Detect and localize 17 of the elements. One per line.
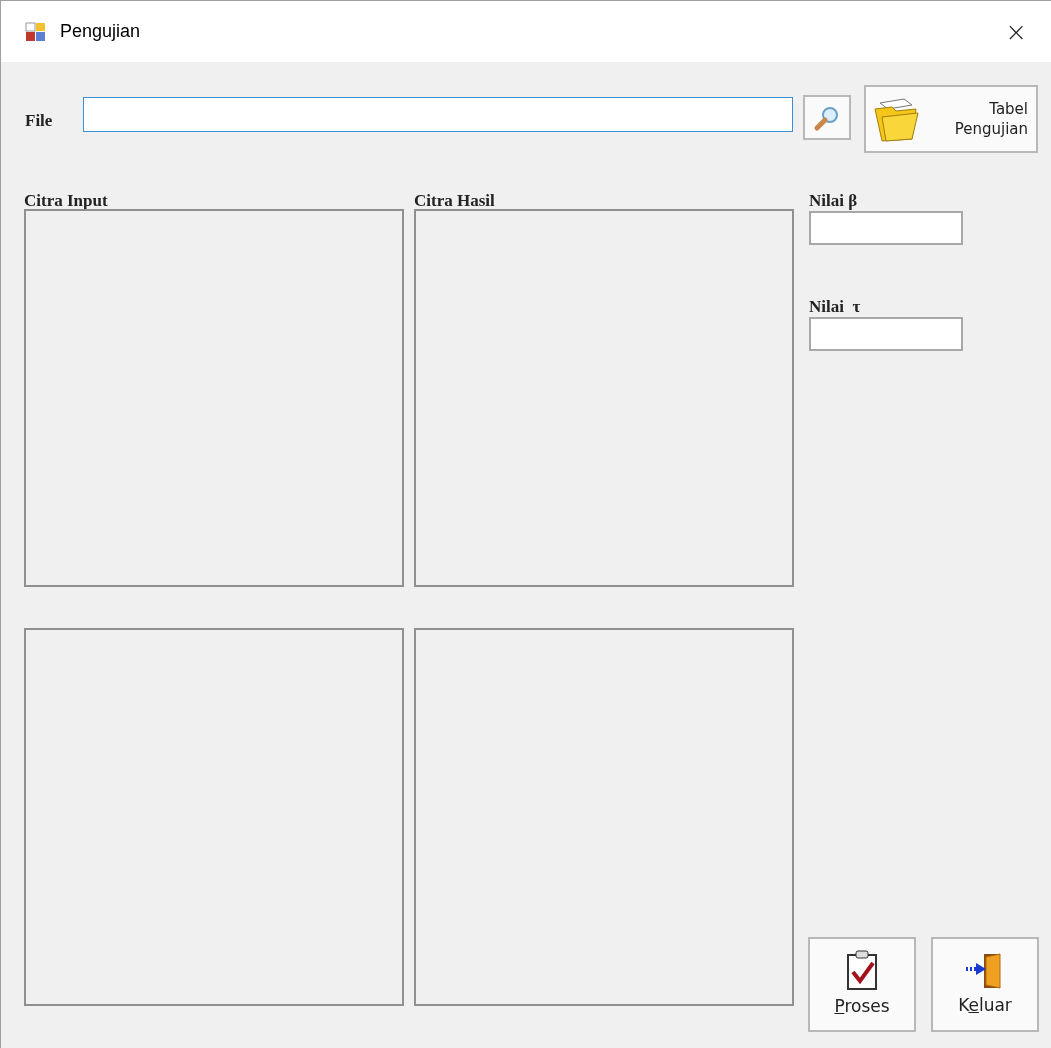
window-title: Pengujian	[60, 20, 141, 43]
panel-label: Citra Input	[24, 191, 109, 211]
parameter-field[interactable]	[809, 211, 963, 245]
app-icon	[25, 21, 47, 42]
process-button[interactable]: Proses	[808, 937, 916, 1032]
close-button[interactable]: ×	[1005, 18, 1027, 45]
clipboard-check-icon	[844, 949, 880, 992]
parameter-label: Nilai τ	[809, 297, 862, 317]
file-label: File	[25, 109, 54, 132]
panel-label: Citra Hasil	[414, 191, 496, 211]
folder-icon	[872, 95, 922, 143]
test-table-button[interactable]: Tabel Pengujian	[864, 85, 1038, 153]
parameter-field[interactable]	[809, 317, 963, 351]
browse-button[interactable]	[803, 95, 851, 140]
exit-button[interactable]: Keluar	[931, 937, 1039, 1032]
parameter-label: Nilai β	[809, 191, 859, 211]
file-path-field[interactable]	[83, 97, 793, 132]
